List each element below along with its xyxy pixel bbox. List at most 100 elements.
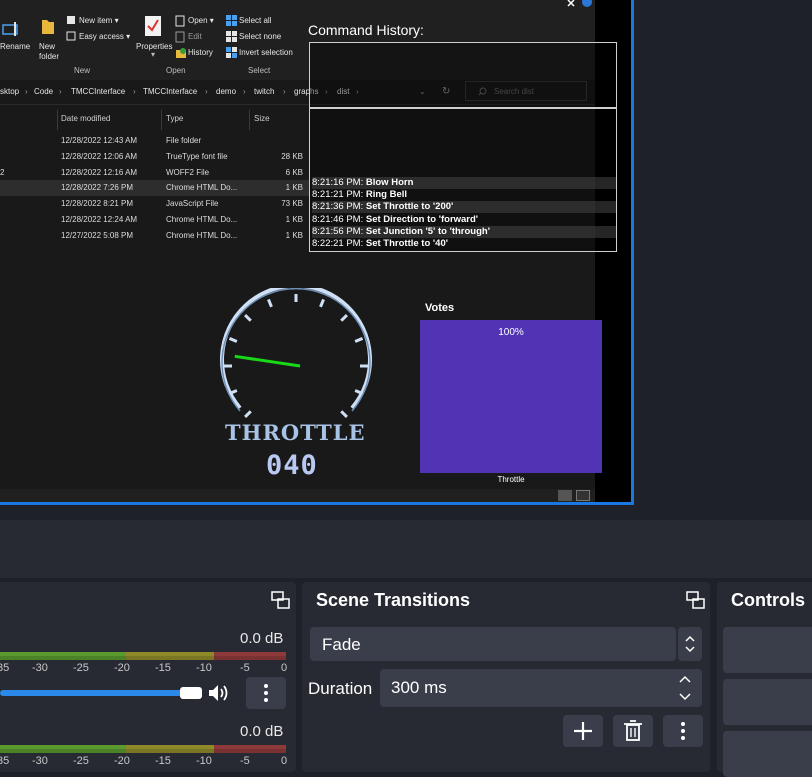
breadcrumb[interactable]: Code	[34, 87, 53, 96]
meter-tick: -10	[196, 662, 212, 674]
duration-label: Duration	[308, 679, 373, 698]
rename-icon	[2, 22, 18, 36]
open-button[interactable]: Open ▾	[188, 16, 214, 25]
command-time: 8:21:21 PM:	[312, 189, 364, 200]
command-time: 8:21:46 PM:	[312, 214, 364, 225]
transition-select[interactable]: Fade	[310, 627, 676, 661]
control-button[interactable]	[723, 731, 812, 777]
file-date: 12/27/2022 5:08 PM	[61, 231, 134, 240]
file-row-selected[interactable]: 12/28/2022 7:26 PM Chrome HTML Do... 1 K…	[0, 180, 310, 196]
command-text: Set Throttle to '200'	[365, 201, 454, 212]
command-history-title: Command History:	[308, 22, 424, 38]
easy-access-icon	[66, 31, 76, 41]
file-date: 12/28/2022 12:06 AM	[61, 152, 138, 161]
speaker-icon[interactable]	[207, 682, 231, 704]
new-item-button[interactable]: New item ▾	[79, 16, 119, 25]
column-header-size[interactable]: Size	[254, 114, 270, 123]
undock-icon[interactable]	[686, 591, 706, 611]
window-controls	[567, 0, 592, 7]
file-size: 73 KB	[281, 199, 303, 208]
select-all-icon	[226, 15, 237, 26]
file-date: 12/28/2022 12:24 AM	[61, 215, 138, 224]
meter-tick: -30	[32, 662, 48, 674]
ribbon-group-new: New	[74, 66, 91, 75]
file-row[interactable]: 12/28/2022 12:24 AM Chrome HTML Do... 1 …	[0, 212, 310, 228]
column-header-type[interactable]: Type	[166, 114, 183, 123]
throttle-label: THROTTLE	[225, 420, 366, 445]
meter-scale: 35 -30 -25 -20 -15 -10 -5 0	[0, 662, 290, 676]
duration-stepper-icon[interactable]	[678, 673, 692, 703]
gauge-tick	[228, 337, 238, 343]
gauge-tick	[244, 314, 252, 322]
breadcrumb[interactable]: TMCCInterface	[71, 87, 125, 96]
select-all-button[interactable]: Select all	[239, 16, 271, 25]
command-entry: 8:21:16 PM: Blow Horn	[312, 177, 616, 189]
remove-transition-button[interactable]	[613, 715, 653, 747]
control-button[interactable]	[723, 679, 812, 725]
gauge-needle	[234, 354, 301, 368]
large-icons-view-icon[interactable]	[576, 490, 590, 501]
undock-icon[interactable]	[271, 591, 291, 611]
edit-button[interactable]: Edit	[188, 32, 202, 41]
file-type: File folder	[166, 136, 202, 145]
invert-selection-icon	[226, 47, 237, 58]
transition-menu-button[interactable]	[663, 715, 703, 747]
add-transition-button[interactable]	[563, 715, 603, 747]
breadcrumb[interactable]: twitch	[254, 87, 274, 96]
duration-input[interactable]: 300 ms	[380, 669, 702, 707]
file-row[interactable]: 12/28/2022 8:21 PM JavaScript File 73 KB	[0, 196, 310, 212]
breadcrumb[interactable]: sktop	[0, 87, 19, 96]
trash-icon	[624, 720, 642, 741]
gauge-tick	[244, 410, 252, 418]
ribbon-group-open: Open	[166, 66, 186, 75]
command-time: 8:21:36 PM:	[312, 201, 364, 212]
gauge-tick	[319, 298, 325, 308]
breadcrumb[interactable]: demo	[216, 87, 236, 96]
file-type: TrueType font file	[166, 152, 228, 161]
control-button[interactable]	[723, 627, 812, 673]
chevron-right-icon: ›	[133, 87, 136, 96]
meter-tick: -25	[73, 662, 89, 674]
command-text: Set Junction '5' to 'through'	[365, 226, 490, 237]
rename-button[interactable]: Rename	[0, 42, 30, 51]
select-none-icon	[226, 31, 237, 42]
meter-tick: 35	[0, 755, 10, 767]
file-row[interactable]: 2 12/28/2022 12:16 AM WOFF2 File 6 KB	[0, 165, 310, 181]
select-none-button[interactable]: Select none	[239, 32, 281, 41]
properties-icon	[145, 16, 161, 36]
breadcrumb[interactable]: TMCCInterface	[143, 87, 197, 96]
file-size: 1 KB	[285, 215, 303, 224]
file-row[interactable]: 12/28/2022 12:06 AM TrueType font file 2…	[0, 149, 310, 165]
ribbon-group-select: Select	[248, 66, 271, 75]
easy-access-button[interactable]: Easy access ▾	[79, 32, 130, 41]
file-row[interactable]: 12/28/2022 12:43 AM File folder	[0, 133, 310, 149]
command-entry: 8:21:21 PM: Ring Bell	[312, 189, 616, 201]
chevron-right-icon: ›	[25, 87, 28, 96]
file-date: 12/28/2022 12:43 AM	[61, 136, 138, 145]
file-date: 12/28/2022 8:21 PM	[61, 199, 134, 208]
votes-percent: 100%	[498, 327, 524, 338]
invert-selection-button[interactable]: Invert selection	[239, 48, 293, 57]
mixer-menu-button[interactable]	[246, 677, 286, 709]
meter-tick: -15	[155, 662, 171, 674]
command-text: Set Direction to 'forward'	[365, 214, 479, 225]
column-header-date[interactable]: Date modified	[61, 114, 110, 123]
meter-scale: 35 -30 -25 -20 -15 -10 -5 0	[0, 755, 290, 769]
new-folder-button[interactable]: New folder	[39, 42, 61, 62]
history-button[interactable]: History	[188, 48, 213, 57]
volume-slider[interactable]	[0, 690, 188, 696]
volume-slider-handle[interactable]	[180, 687, 202, 699]
command-entry: 8:21:36 PM: Set Throttle to '200'	[312, 201, 616, 213]
details-view-icon[interactable]	[558, 490, 572, 501]
file-size: 6 KB	[285, 168, 303, 177]
gauge-tick	[340, 314, 348, 322]
meter-tick: -5	[240, 662, 250, 674]
properties-dropdown-icon[interactable]: ▾	[151, 50, 155, 59]
meter-tick: -20	[114, 662, 130, 674]
column-divider	[249, 110, 250, 130]
file-row[interactable]: 12/27/2022 5:08 PM Chrome HTML Do... 1 K…	[0, 228, 310, 244]
chevron-right-icon: ›	[59, 87, 62, 96]
gauge-tick	[267, 298, 273, 308]
transition-select-arrows-icon[interactable]	[678, 627, 702, 661]
controls-title: Controls	[731, 590, 805, 610]
